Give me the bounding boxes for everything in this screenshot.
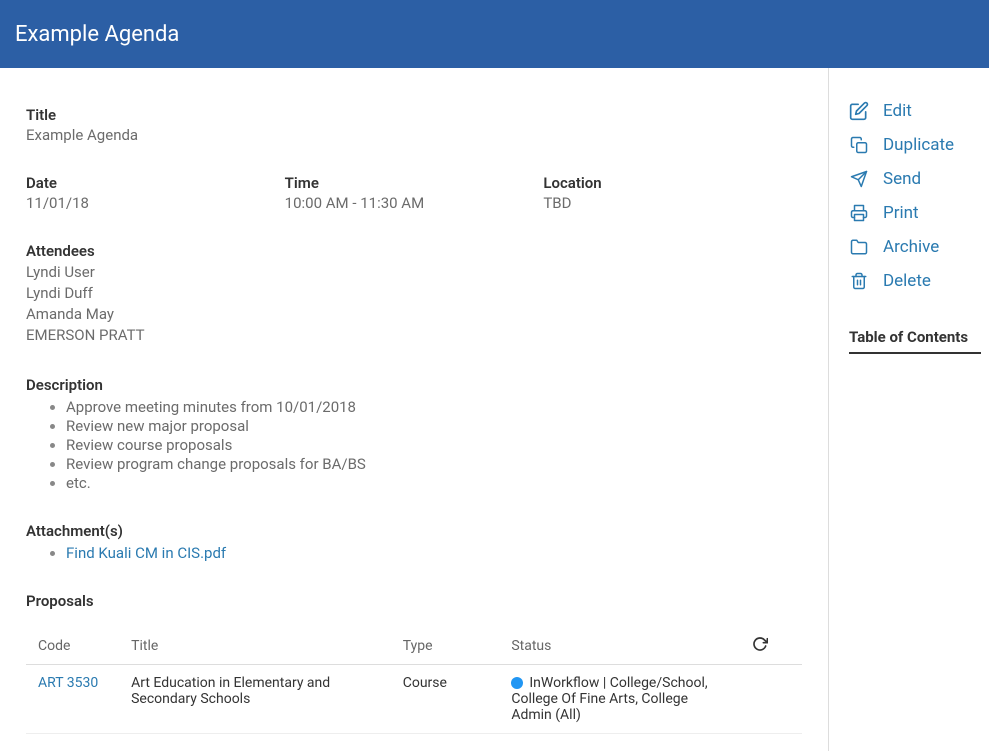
col-code: Code <box>26 628 119 665</box>
folder-icon <box>849 238 869 256</box>
title-block: Title Example Agenda <box>26 106 802 144</box>
description-block: Description Approve meeting minutes from… <box>26 376 802 492</box>
status-dot-icon <box>511 677 523 689</box>
duplicate-button[interactable]: Duplicate <box>849 128 981 162</box>
proposals-block: Proposals Code Title Type Status <box>26 592 802 734</box>
date-label: Date <box>26 174 285 192</box>
main-scroll-area[interactable]: Title Example Agenda Date 11/01/18 Time … <box>0 68 829 751</box>
proposals-table: Code Title Type Status ART 3530 Art <box>26 628 802 734</box>
time-value: 10:00 AM - 11:30 AM <box>285 194 544 212</box>
attendee-item: Amanda May <box>26 304 802 325</box>
attendees-label: Attendees <box>26 242 802 260</box>
title-label: Title <box>26 106 802 124</box>
location-block: Location TBD <box>543 174 802 212</box>
proposal-status-text: InWorkflow | College/School, College Of … <box>511 675 707 723</box>
date-time-location-row: Date 11/01/18 Time 10:00 AM - 11:30 AM L… <box>26 174 802 212</box>
col-refresh <box>740 628 802 665</box>
description-list: Approve meeting minutes from 10/01/2018 … <box>26 398 802 492</box>
attendees-list: Lyndi User Lyndi Duff Amanda May EMERSON… <box>26 262 802 346</box>
date-block: Date 11/01/18 <box>26 174 285 212</box>
location-value: TBD <box>543 194 802 212</box>
archive-button[interactable]: Archive <box>849 230 981 264</box>
toc-header: Table of Contents <box>849 328 981 354</box>
attendee-item: EMERSON PRATT <box>26 325 802 346</box>
duplicate-label: Duplicate <box>883 135 954 155</box>
proposal-title: Art Education in Elementary and Secondar… <box>119 665 391 734</box>
sidebar: Edit Duplicate Send Print <box>829 68 989 751</box>
print-button[interactable]: Print <box>849 196 981 230</box>
proposal-type: Course <box>391 665 500 734</box>
edit-icon <box>849 101 869 121</box>
trash-icon <box>849 272 869 290</box>
time-block: Time 10:00 AM - 11:30 AM <box>285 174 544 212</box>
proposal-status: InWorkflow | College/School, College Of … <box>499 665 740 734</box>
proposal-code-link[interactable]: ART 3530 <box>38 675 98 691</box>
table-row: ART 3530 Art Education in Elementary and… <box>26 665 802 734</box>
edit-button[interactable]: Edit <box>849 94 981 128</box>
send-label: Send <box>883 169 921 189</box>
time-label: Time <box>285 174 544 192</box>
attachment-link[interactable]: Find Kuali CM in CIS.pdf <box>66 544 226 562</box>
location-label: Location <box>543 174 802 192</box>
duplicate-icon <box>849 136 869 154</box>
col-title: Title <box>119 628 391 665</box>
attachments-list: Find Kuali CM in CIS.pdf <box>26 544 802 562</box>
delete-label: Delete <box>883 271 931 291</box>
attachments-label: Attachment(s) <box>26 522 802 540</box>
attendee-item: Lyndi Duff <box>26 283 802 304</box>
archive-label: Archive <box>883 237 939 257</box>
print-icon <box>849 204 869 222</box>
page-title: Example Agenda <box>15 22 179 47</box>
refresh-icon[interactable] <box>752 636 768 652</box>
description-item: Review course proposals <box>66 436 802 454</box>
attachment-item: Find Kuali CM in CIS.pdf <box>66 544 802 562</box>
attendees-block: Attendees Lyndi User Lyndi Duff Amanda M… <box>26 242 802 346</box>
send-icon <box>849 170 869 188</box>
description-item: Review program change proposals for BA/B… <box>66 455 802 473</box>
col-status: Status <box>499 628 740 665</box>
page-header: Example Agenda <box>0 0 989 68</box>
proposals-label: Proposals <box>26 592 802 610</box>
edit-label: Edit <box>883 101 912 121</box>
attachments-block: Attachment(s) Find Kuali CM in CIS.pdf <box>26 522 802 562</box>
main-content: Title Example Agenda Date 11/01/18 Time … <box>0 68 828 751</box>
title-value: Example Agenda <box>26 126 802 144</box>
description-item: Approve meeting minutes from 10/01/2018 <box>66 398 802 416</box>
print-label: Print <box>883 203 919 223</box>
delete-button[interactable]: Delete <box>849 264 981 298</box>
description-item: Review new major proposal <box>66 417 802 435</box>
date-value: 11/01/18 <box>26 194 285 212</box>
attendee-item: Lyndi User <box>26 262 802 283</box>
col-type: Type <box>391 628 500 665</box>
description-label: Description <box>26 376 802 394</box>
description-item: etc. <box>66 474 802 492</box>
send-button[interactable]: Send <box>849 162 981 196</box>
action-list: Edit Duplicate Send Print <box>849 94 981 298</box>
